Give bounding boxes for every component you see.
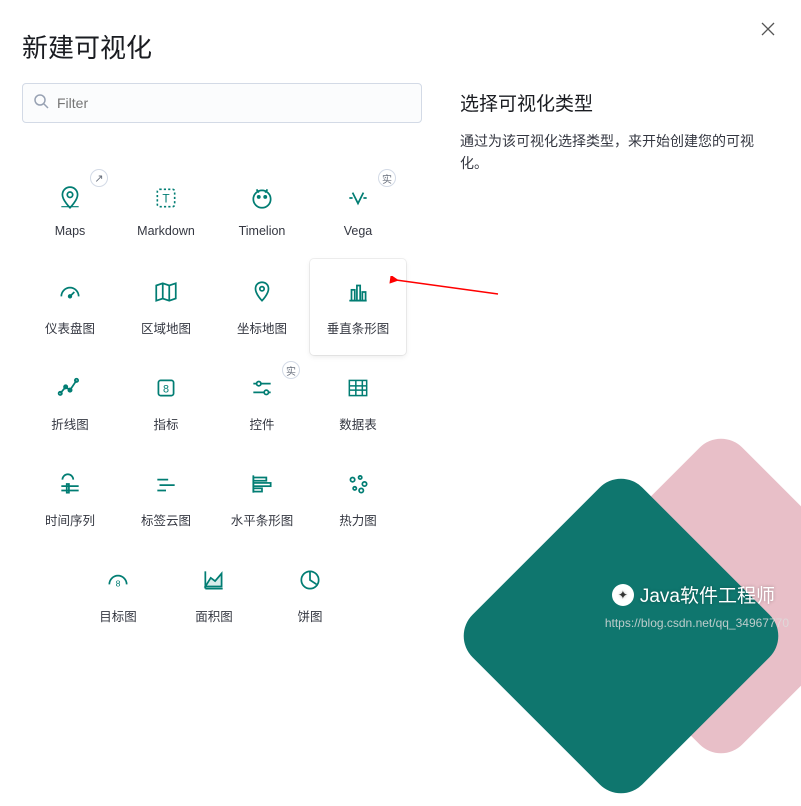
- tile-coordinate-map[interactable]: 坐标地图: [214, 259, 310, 355]
- tile-label: 折线图: [51, 414, 89, 433]
- tile-area[interactable]: 面积图: [166, 547, 262, 643]
- search-icon: [33, 93, 49, 114]
- tile-label: 坐标地图: [237, 318, 287, 337]
- experimental-badge: 实: [378, 169, 396, 187]
- experimental-badge: 实: [282, 361, 300, 379]
- search-input[interactable]: [57, 95, 411, 111]
- tile-vega[interactable]: 实 Vega: [310, 163, 406, 259]
- data-table-icon: [345, 374, 371, 402]
- page-title: 新建可视化: [0, 0, 801, 83]
- tile-label: 垂直条形图: [327, 318, 390, 337]
- left-panel: ↗ Maps T Markdown Timelion 实 Vega 仪表盘图 区域地图 坐标地图 垂…: [22, 83, 422, 643]
- coordinate-map-icon: [249, 278, 275, 306]
- tile-label: 热力图: [339, 510, 377, 529]
- tile-label: 时间序列: [45, 510, 95, 529]
- side-title: 选择可视化类型: [460, 89, 779, 116]
- markdown-icon: T: [153, 184, 179, 212]
- tile-goal[interactable]: 8 目标图: [70, 547, 166, 643]
- tile-label: 指标: [153, 414, 178, 433]
- close-button[interactable]: [761, 22, 779, 40]
- tile-horizontal-bar[interactable]: 水平条形图: [214, 451, 310, 547]
- tag-cloud-icon: [153, 470, 179, 498]
- external-link-icon: ↗: [90, 169, 108, 187]
- tile-controls[interactable]: 实控件: [214, 355, 310, 451]
- tile-label: Markdown: [137, 224, 195, 238]
- goal-icon: 8: [105, 566, 131, 594]
- side-description: 通过为该可视化选择类型，来开始创建您的可视化。: [460, 130, 779, 175]
- tile-data-table[interactable]: 数据表: [310, 355, 406, 451]
- tile-label: 饼图: [297, 606, 322, 625]
- line-icon: [57, 374, 83, 402]
- search-input-wrap[interactable]: [22, 83, 422, 123]
- vertical-bar-icon: [345, 278, 371, 306]
- gauge-icon: [57, 278, 83, 306]
- vega-icon: [345, 184, 371, 212]
- controls-icon: [249, 374, 275, 402]
- horizontal-bar-icon: [249, 470, 275, 498]
- tile-heatmap[interactable]: 热力图: [310, 451, 406, 547]
- tile-line[interactable]: 折线图: [22, 355, 118, 451]
- visualization-grid: ↗ Maps T Markdown Timelion 实 Vega 仪表盘图 区域地图 坐标地图 垂…: [22, 163, 422, 547]
- region-map-icon: [153, 278, 179, 306]
- tile-gauge[interactable]: 仪表盘图: [22, 259, 118, 355]
- metric-icon: 8: [153, 374, 179, 402]
- tile-tag-cloud[interactable]: 标签云图: [118, 451, 214, 547]
- svg-text:8: 8: [163, 383, 169, 395]
- tsvb-icon: [57, 470, 83, 498]
- tile-timelion[interactable]: Timelion: [214, 163, 310, 259]
- pie-icon: [297, 566, 323, 594]
- tile-tsvb[interactable]: 时间序列: [22, 451, 118, 547]
- tile-label: 数据表: [339, 414, 377, 433]
- tile-label: 标签云图: [141, 510, 191, 529]
- svg-text:8: 8: [116, 578, 121, 588]
- tile-markdown[interactable]: T Markdown: [118, 163, 214, 259]
- tile-label: 控件: [249, 414, 274, 433]
- tile-vertical-bar[interactable]: 垂直条形图: [310, 259, 406, 355]
- watermark: ✦ Java软件工程师: [612, 581, 775, 608]
- tile-label: 水平条形图: [231, 510, 294, 529]
- tile-label: 仪表盘图: [45, 318, 95, 337]
- tile-label: 区域地图: [141, 318, 191, 337]
- tile-label: Vega: [344, 224, 373, 238]
- watermark-text: Java软件工程师: [640, 581, 775, 608]
- timelion-icon: [249, 184, 275, 212]
- url-watermark: https://blog.csdn.net/qq_34967770: [605, 616, 789, 630]
- maps-icon: [57, 184, 83, 212]
- tile-label: Maps: [55, 224, 86, 238]
- wechat-icon: ✦: [612, 584, 634, 606]
- visualization-grid-row5: 8 目标图 面积图 饼图: [70, 547, 422, 643]
- tile-pie[interactable]: 饼图: [262, 547, 358, 643]
- tile-label: 面积图: [195, 606, 233, 625]
- area-icon: [201, 566, 227, 594]
- tile-label: Timelion: [239, 224, 286, 238]
- tile-maps[interactable]: ↗ Maps: [22, 163, 118, 259]
- heatmap-icon: [345, 470, 371, 498]
- tile-region-map[interactable]: 区域地图: [118, 259, 214, 355]
- svg-text:T: T: [162, 191, 169, 205]
- tile-label: 目标图: [99, 606, 137, 625]
- tile-metric[interactable]: 8 指标: [118, 355, 214, 451]
